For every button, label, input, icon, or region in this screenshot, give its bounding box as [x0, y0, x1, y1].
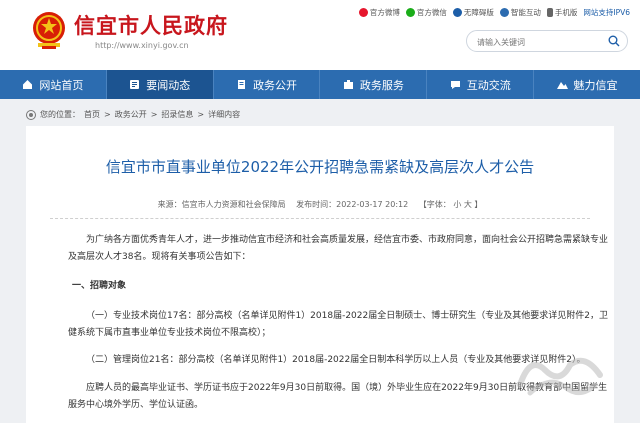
service-icon	[343, 80, 353, 89]
nav-item-news[interactable]: 要闻动态	[106, 70, 214, 99]
site-url: http://www.xinyi.gov.cn	[95, 41, 189, 50]
mobile-link[interactable]: 手机版	[546, 7, 578, 18]
document-icon	[238, 80, 246, 89]
nav-item-public-affairs[interactable]: 政务公开	[214, 70, 321, 99]
mobile-icon	[546, 8, 553, 17]
search-box	[466, 30, 628, 52]
accessibility-link[interactable]: 无障碍版	[452, 7, 494, 18]
font-size-label: 【字体：	[418, 200, 451, 209]
nav-item-interaction[interactable]: 互动交流	[427, 70, 535, 99]
breadcrumb-separator: >	[197, 110, 205, 119]
breadcrumb-item-detail: 详细内容	[208, 110, 241, 119]
site-title[interactable]: 信宜市人民政府	[74, 10, 228, 40]
interaction-label: 智能互动	[510, 8, 541, 17]
divider	[50, 218, 590, 220]
nav-item-label: 政务服务	[359, 78, 404, 92]
font-large-button[interactable]: 大	[464, 200, 472, 209]
nav-item-label: 魅力信宜	[573, 78, 618, 92]
nav-item-label: 互动交流	[466, 78, 511, 92]
nav-item-label: 政务公开	[253, 78, 298, 92]
mountain-icon	[556, 82, 568, 89]
nav-item-home[interactable]: 网站首页	[0, 70, 107, 99]
weibo-link[interactable]: 官方微博	[358, 7, 400, 18]
accessibility-icon	[452, 8, 462, 17]
robot-icon	[499, 8, 509, 17]
wechat-label: 官方微信	[416, 8, 447, 17]
weibo-icon	[358, 8, 368, 17]
search-icon[interactable]	[608, 35, 620, 47]
breadcrumb-prefix: 您的位置：	[40, 110, 80, 119]
breadcrumb-item-home[interactable]: 首页	[84, 109, 100, 120]
national-emblem-icon	[33, 12, 65, 49]
nav-item-label: 要闻动态	[146, 78, 191, 92]
mobile-label: 手机版	[554, 8, 578, 17]
article-source: 来源：信宜市人力资源和社会保障局	[157, 200, 286, 209]
breadcrumb: 您的位置： 首页 > 政务公开 > 招录信息 > 详细内容	[26, 109, 240, 120]
nav-item-services[interactable]: 政务服务	[320, 70, 428, 99]
ipv6-link[interactable]: 网站支持IPV6	[583, 7, 630, 18]
article-publish-time: 发布时间：2022-03-17 20:12	[296, 200, 409, 209]
main-nav: 网站首页 要闻动态 政务公开 政务服务 互动交流 魅力信宜	[0, 70, 640, 99]
wechat-icon	[405, 8, 415, 17]
home-icon	[23, 80, 33, 89]
section-heading: 一、招聘对象	[72, 281, 127, 291]
breadcrumb-item-public-affairs[interactable]: 政务公开	[115, 109, 147, 120]
chat-icon	[450, 81, 460, 89]
breadcrumb-item-recruitment[interactable]: 招录信息	[161, 109, 193, 120]
interaction-link[interactable]: 智能互动	[499, 7, 541, 18]
breadcrumb-separator: >	[104, 110, 111, 119]
accessibility-label: 无障碍版	[463, 8, 494, 17]
wechat-link[interactable]: 官方微信	[405, 7, 447, 18]
article-meta: 来源：信宜市人力资源和社会保障局 发布时间：2022-03-17 20:12 【…	[26, 199, 614, 210]
search-input[interactable]	[475, 33, 599, 51]
location-icon	[26, 109, 36, 120]
article-title: 信宜市市直事业单位2022年公开招聘急需紧缺及高层次人才公告	[105, 158, 535, 176]
ipv6-label: 网站支持IPV6	[583, 8, 630, 17]
breadcrumb-separator: >	[150, 110, 158, 119]
font-size-close: 】	[474, 200, 483, 209]
news-icon	[130, 80, 140, 89]
nav-item-charm[interactable]: 魅力信宜	[534, 70, 640, 99]
watermark-logo	[517, 357, 603, 396]
nav-item-label: 网站首页	[39, 78, 84, 92]
weibo-label: 官方微博	[369, 8, 400, 17]
top-links: 官方微博 官方微信 无障碍版 智能互动 手机版 网站支持IPV6	[358, 7, 630, 18]
paragraph-intro: 为广纳各方面优秀青年人才，进一步推动信宜市经济和社会高质量发展，经信宜市委、市政…	[68, 235, 609, 262]
site-header: 信宜市人民政府 http://www.xinyi.gov.cn 官方微博 官方微…	[0, 0, 640, 70]
paragraph-technical-posts: （一）专业技术岗位17名：部分高校（名单详见附件1）2018届-2022届全日制…	[68, 311, 608, 338]
font-small-button[interactable]: 小	[453, 200, 461, 209]
